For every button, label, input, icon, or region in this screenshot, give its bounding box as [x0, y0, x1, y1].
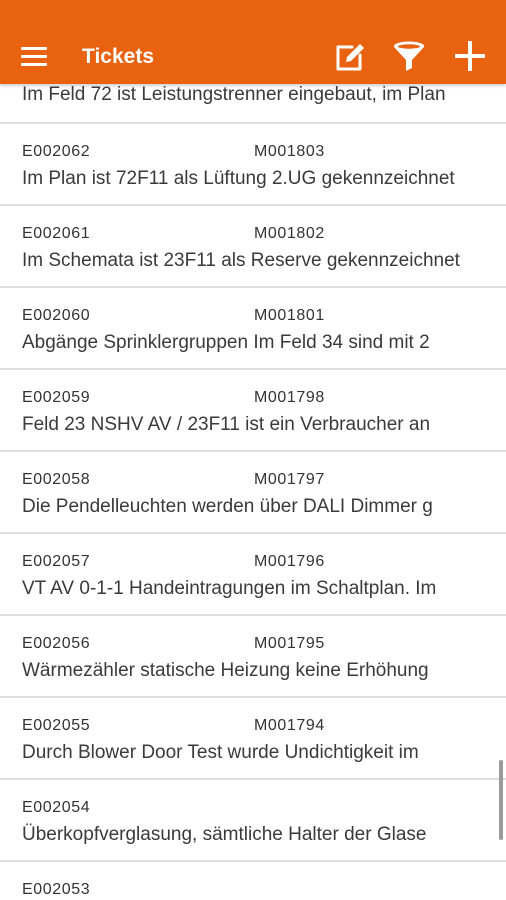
scrollbar[interactable] [499, 760, 503, 840]
ticket-id: E002058 [22, 471, 91, 488]
tickets-screen: Im Feld 72 ist Leistungstrenner eingebau… [0, 0, 506, 900]
ticket-row[interactable]: E002059 M001798 Feld 23 NSHV AV / 23F11 … [0, 370, 506, 452]
ticket-row[interactable]: E002058 M001797 Die Pendelleuchten werde… [0, 452, 506, 534]
ticket-id: E002055 [22, 717, 91, 734]
page-title: Tickets [82, 45, 154, 68]
filter-icon [394, 41, 424, 71]
ticket-id: E002053 [22, 881, 91, 898]
ticket-description: VT AV 0-1-1 Handeintragungen im Schaltpl… [22, 578, 437, 599]
ticket-row[interactable]: E002053 [0, 862, 506, 900]
ticket-description: Überkopfverglasung, sämtliche Halter der… [22, 824, 427, 845]
add-button[interactable] [452, 38, 488, 74]
ticket-id: E002054 [22, 799, 91, 816]
ticket-ref-id: M001803 [254, 143, 325, 160]
ticket-row[interactable]: E002060 M001801 Abgänge Sprinklergruppen… [0, 288, 506, 370]
add-icon [455, 41, 485, 71]
ticket-ref-id: M001795 [254, 635, 325, 652]
ticket-row[interactable]: E002056 M001795 Wärmezähler statische He… [0, 616, 506, 698]
ticket-row[interactable]: E002057 M001796 VT AV 0-1-1 Handeintragu… [0, 534, 506, 616]
ticket-id: E002061 [22, 225, 91, 242]
app-bar: Tickets [0, 0, 506, 84]
ticket-row[interactable]: E002061 M001802 Im Schemata ist 23F11 al… [0, 206, 506, 288]
edit-button[interactable] [332, 38, 368, 74]
ticket-list[interactable]: Im Feld 72 ist Leistungstrenner eingebau… [0, 0, 506, 900]
edit-icon [336, 44, 364, 71]
ticket-id: E002059 [22, 389, 91, 406]
ticket-description: Abgänge Sprinklergruppen Im Feld 34 sind… [22, 332, 430, 353]
ticket-description: Im Plan ist 72F11 als Lüftung 2.UG geken… [22, 168, 455, 189]
ticket-row[interactable]: E002054 Überkopfverglasung, sämtliche Ha… [0, 780, 506, 862]
ticket-row[interactable]: E002055 M001794 Durch Blower Door Test w… [0, 698, 506, 780]
ticket-description: Durch Blower Door Test wurde Undichtigke… [22, 742, 419, 763]
ticket-id: E002057 [22, 553, 91, 570]
ticket-id: E002060 [22, 307, 91, 324]
ticket-description: Im Feld 72 ist Leistungstrenner eingebau… [22, 84, 446, 105]
ticket-ref-id: M001796 [254, 553, 325, 570]
ticket-description: Die Pendelleuchten werden über DALI Dimm… [22, 496, 433, 517]
ticket-ref-id: M001797 [254, 471, 325, 488]
menu-icon [21, 47, 47, 66]
ticket-ref-id: M001801 [254, 307, 325, 324]
ticket-ref-id: M001802 [254, 225, 325, 242]
ticket-ref-id: M001798 [254, 389, 325, 406]
ticket-ref-id: M001794 [254, 717, 325, 734]
ticket-row[interactable]: E002062 M001803 Im Plan ist 72F11 als Lü… [0, 124, 506, 206]
ticket-row-partial[interactable]: Im Feld 72 ist Leistungstrenner eingebau… [0, 84, 506, 124]
ticket-description: Im Schemata ist 23F11 als Reserve gekenn… [22, 250, 460, 271]
filter-button[interactable] [391, 38, 427, 74]
menu-button[interactable] [18, 40, 50, 72]
ticket-id: E002062 [22, 143, 91, 160]
ticket-description: Feld 23 NSHV AV / 23F11 ist ein Verbrauc… [22, 414, 431, 435]
ticket-description: Wärmezähler statische Heizung keine Erhö… [22, 660, 429, 681]
ticket-id: E002056 [22, 635, 91, 652]
